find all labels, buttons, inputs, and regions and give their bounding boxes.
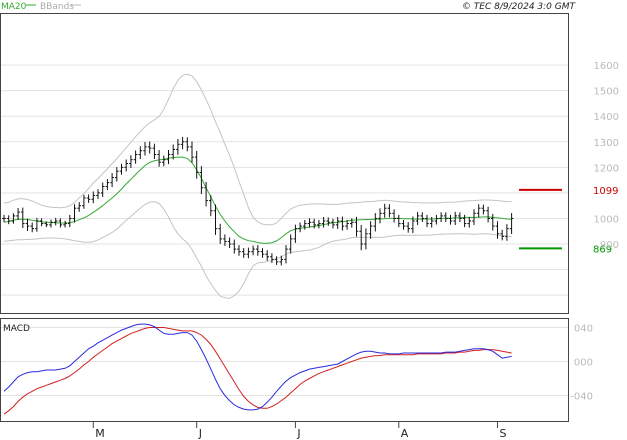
level-label: 1099	[593, 186, 618, 197]
x-tick-label: M	[95, 427, 105, 440]
x-axis: MJJAS	[0, 421, 568, 440]
price-tick-label: 1400	[594, 112, 619, 123]
x-tick-label: J	[296, 427, 300, 440]
price-y-axis: 900 1000 1200 1300 1400 1500 1600	[594, 61, 619, 251]
x-tick-label: J	[198, 427, 202, 440]
price-tick-label: 1200	[594, 163, 619, 174]
price-tick-label: 1300	[594, 138, 619, 149]
legend-bbands-label: BBands	[40, 2, 74, 12]
price-tick-label: 900	[600, 240, 619, 251]
legend: MA20 BBands	[1, 2, 81, 12]
macd-plot-frame	[0, 318, 569, 422]
price-plot-frame	[0, 13, 569, 314]
x-tick-label: S	[500, 427, 507, 440]
copyright-text: © TEC 8/9/2024 3:0 GMT	[462, 2, 577, 12]
legend-ma20-label: MA20	[1, 2, 27, 12]
macd-panel: -040 000 040 MACD	[0, 318, 593, 422]
price-panel: 1099869 900100012001300140015001600	[0, 13, 619, 314]
macd-tick-label: 000	[574, 358, 593, 369]
price-tick-label: 1600	[594, 61, 619, 72]
macd-y-axis: -040 000 040	[570, 324, 593, 403]
macd-tick-label: -040	[570, 392, 593, 403]
price-tick-label: 1500	[594, 87, 619, 98]
macd-tick-label: 040	[574, 324, 593, 335]
stock-chart: 1099869 900100012001300140015001600 MA20…	[0, 2, 619, 440]
price-tick-label: 1000	[594, 214, 619, 225]
x-tick-label: A	[401, 427, 409, 440]
macd-title: MACD	[3, 324, 30, 334]
